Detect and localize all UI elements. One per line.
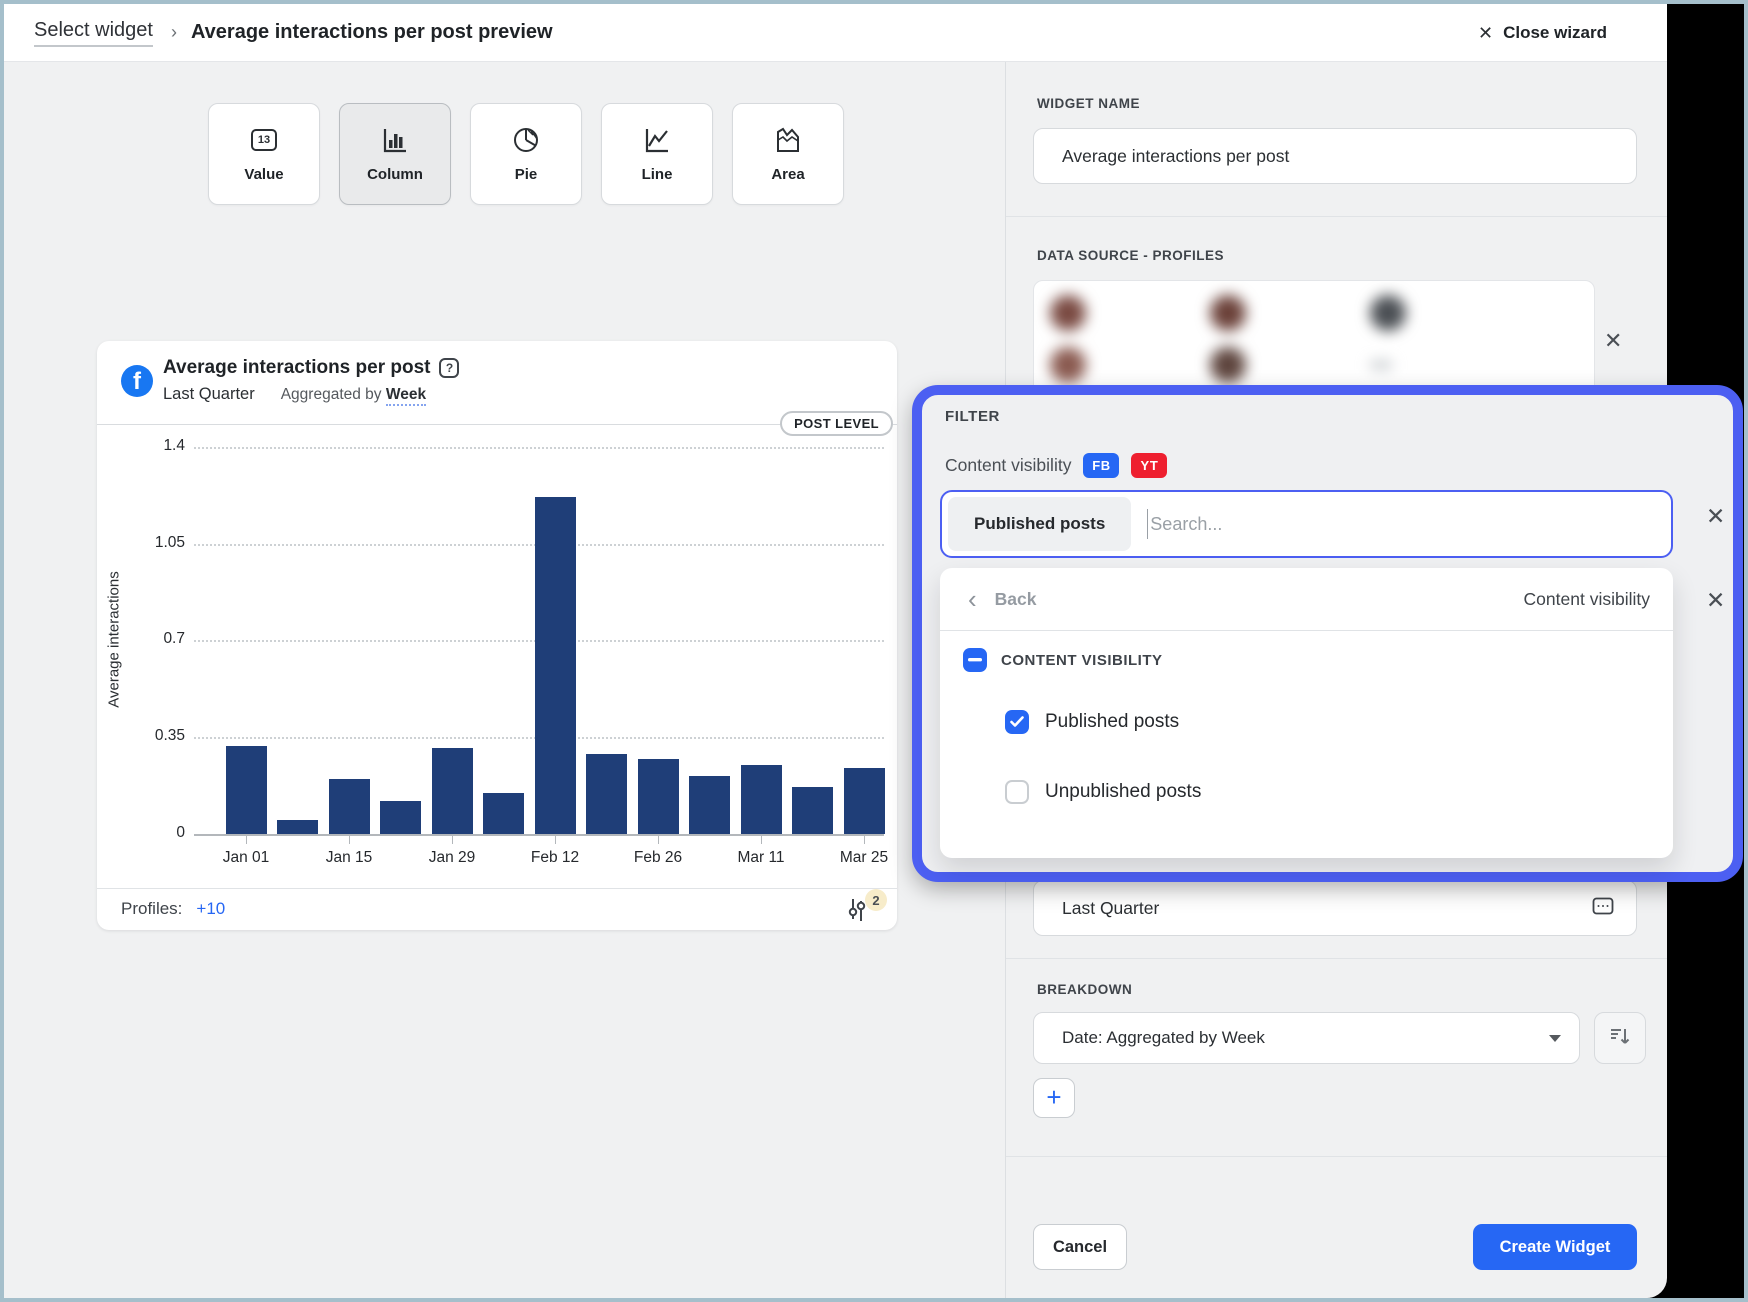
- line-chart-icon: [642, 125, 672, 155]
- widget-type-area[interactable]: Area: [732, 103, 844, 205]
- column-chart-icon: [380, 125, 410, 155]
- widget-name-input[interactable]: Average interactions per post: [1033, 128, 1637, 184]
- checkbox-unpublished-posts[interactable]: [1005, 780, 1029, 804]
- y-axis-tick-label: 0: [127, 824, 185, 842]
- create-widget-button[interactable]: Create Widget: [1473, 1224, 1637, 1270]
- y-axis-tick-label: 0.7: [127, 630, 185, 648]
- x-axis-tick: [864, 836, 865, 844]
- bar: [432, 748, 473, 834]
- page-title: Average interactions per post preview: [191, 21, 553, 44]
- cancel-button[interactable]: Cancel: [1033, 1224, 1127, 1270]
- footer-divider: [1006, 1156, 1667, 1157]
- bar: [741, 765, 782, 834]
- chart-preview-card: f Average interactions per post ? Last Q…: [97, 341, 897, 930]
- calendar-icon: [1592, 896, 1614, 921]
- close-wizard-button[interactable]: ✕ Close wizard: [1478, 4, 1607, 62]
- close-icon: ✕: [1478, 23, 1493, 44]
- pie-chart-icon: [511, 125, 541, 155]
- bar: [277, 820, 318, 834]
- profiles-more-link[interactable]: +10: [196, 899, 225, 919]
- filter-dropdown: ‹ Back Content visibility CONTENT VISIBI…: [940, 568, 1673, 858]
- y-axis-tick-label: 0.35: [127, 727, 185, 745]
- breakdown-sort-button[interactable]: [1594, 1012, 1646, 1064]
- bar: [483, 793, 524, 834]
- x-axis-tick-label: Jan 01: [206, 849, 286, 867]
- remove-data-source-icon[interactable]: ✕: [1604, 328, 1622, 354]
- youtube-network-badge: YT: [1131, 453, 1167, 478]
- selected-filter-tag[interactable]: Published posts: [948, 497, 1131, 551]
- y-axis-tick-label: 1.05: [127, 534, 185, 552]
- x-axis-tick: [246, 836, 247, 844]
- bar: [226, 746, 267, 834]
- bar: [792, 787, 833, 834]
- option-published-posts[interactable]: Published posts: [1005, 710, 1179, 734]
- area-chart-icon: [773, 125, 803, 155]
- y-axis-tick-label: 1.4: [127, 437, 185, 455]
- x-axis-tick-label: Mar 11: [721, 849, 801, 867]
- x-axis-tick-label: Feb 12: [515, 849, 595, 867]
- x-axis-line: [194, 834, 884, 836]
- filter-field-label: Content visibility: [945, 455, 1071, 476]
- section-divider: [1006, 216, 1667, 217]
- add-breakdown-button[interactable]: +: [1033, 1078, 1075, 1118]
- filter-section-label: FILTER: [945, 408, 1000, 425]
- bar-chart-plot: 0 0.35 0.7 1.05 1.4 Jan 01 Jan 15 Jan 29 Feb 12 F…: [97, 341, 897, 930]
- filter-section-highlight: FILTER Content visibility FB YT Publishe…: [912, 385, 1743, 882]
- x-axis-tick: [658, 836, 659, 844]
- wizard-header: Select widget › Average interactions per…: [4, 4, 1667, 62]
- bar: [638, 759, 679, 834]
- bar: [586, 754, 627, 834]
- group-label: CONTENT VISIBILITY: [1001, 652, 1163, 669]
- x-axis-tick-label: Feb 26: [618, 849, 698, 867]
- breadcrumb-select-widget[interactable]: Select widget: [34, 19, 153, 47]
- text-cursor: [1147, 509, 1148, 539]
- x-axis-tick: [761, 836, 762, 844]
- widget-name-label: WIDGET NAME: [1037, 96, 1140, 111]
- section-divider: [1006, 958, 1667, 959]
- breakdown-select[interactable]: Date: Aggregated by Week: [1033, 1012, 1580, 1064]
- option-unpublished-posts[interactable]: Unpublished posts: [1005, 780, 1201, 804]
- back-button[interactable]: Back: [995, 589, 1037, 610]
- bar: [844, 768, 885, 834]
- widget-type-selector: 13 Value Column: [208, 103, 844, 205]
- remove-filter-icon[interactable]: ✕: [1706, 587, 1725, 614]
- checkbox-published-posts[interactable]: [1005, 710, 1029, 734]
- dropdown-divider: [940, 630, 1673, 631]
- x-axis-tick: [452, 836, 453, 844]
- x-axis-tick: [555, 836, 556, 844]
- breadcrumb-chevron-icon: ›: [171, 22, 177, 43]
- bar: [380, 801, 421, 834]
- profiles-label: Profiles:: [121, 899, 182, 919]
- facebook-network-badge: FB: [1083, 453, 1119, 478]
- card-footer-divider: [97, 888, 897, 889]
- widget-type-pie[interactable]: Pie: [470, 103, 582, 205]
- date-range-field[interactable]: Last Quarter: [1033, 880, 1637, 936]
- breakdown-label: BREAKDOWN: [1037, 982, 1132, 997]
- value-13-icon: 13: [249, 125, 279, 155]
- x-axis-tick-label: Jan 15: [309, 849, 389, 867]
- widget-type-value[interactable]: 13 Value: [208, 103, 320, 205]
- search-placeholder: Search...: [1150, 514, 1222, 535]
- data-source-label: DATA SOURCE - PROFILES: [1037, 248, 1224, 263]
- post-level-badge[interactable]: POST LEVEL: [780, 411, 893, 436]
- sort-descending-icon: [1608, 1024, 1632, 1053]
- metric-count-badge: 2: [865, 889, 887, 911]
- x-axis-tick-label: Mar 25: [824, 849, 904, 867]
- chevron-down-icon: [1549, 1035, 1561, 1042]
- gridline: [194, 447, 884, 449]
- bar: [535, 497, 576, 834]
- group-checkbox-indeterminate[interactable]: [963, 648, 987, 672]
- clear-filter-icon[interactable]: ✕: [1706, 503, 1725, 530]
- x-axis-tick: [349, 836, 350, 844]
- widget-type-column[interactable]: Column: [339, 103, 451, 205]
- filter-search-input[interactable]: Published posts Search...: [940, 490, 1673, 558]
- widget-type-line[interactable]: Line: [601, 103, 713, 205]
- x-axis-tick-label: Jan 29: [412, 849, 492, 867]
- bar: [689, 776, 730, 834]
- desktop-background: Select widget › Average interactions per…: [0, 0, 1748, 1302]
- dropdown-header-title: Content visibility: [1524, 589, 1650, 610]
- back-chevron-icon[interactable]: ‹: [968, 589, 977, 609]
- bar: [329, 779, 370, 834]
